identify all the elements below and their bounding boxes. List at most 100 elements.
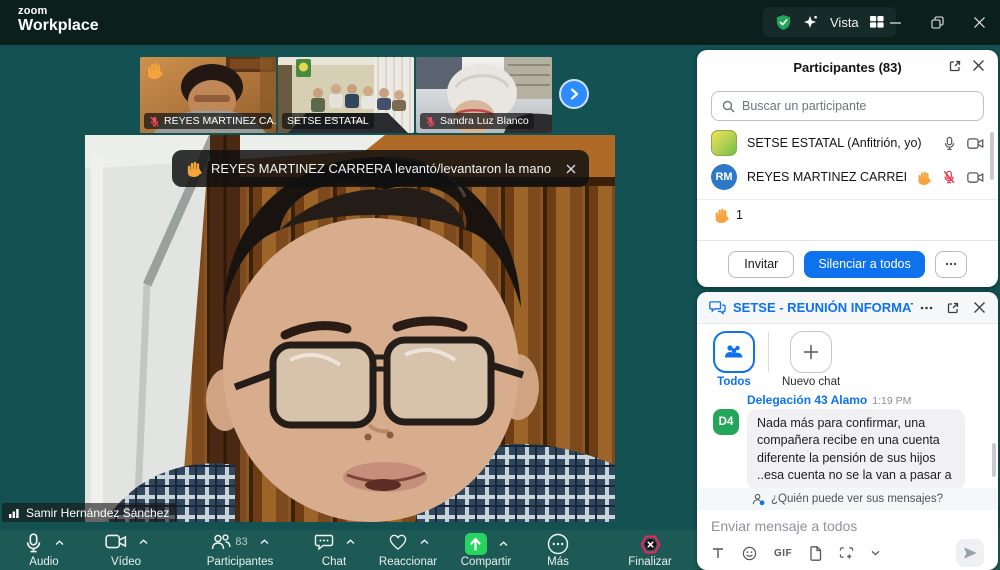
- privacy-person-icon: [752, 493, 765, 506]
- video-tile-reyes[interactable]: REYES MARTINEZ CA...: [140, 57, 276, 133]
- react-options-chevron-icon[interactable]: [420, 539, 429, 545]
- participant-row-setse[interactable]: SETSE ESTATAL (Anfitrión, yo): [697, 126, 998, 160]
- zoom-meeting-window: zoom Workplace Vista: [0, 0, 1000, 570]
- notification-close-icon[interactable]: [566, 164, 576, 174]
- chat-messages[interactable]: Delegación 43 Alamo1:19 PM D4 Nada más p…: [697, 391, 998, 488]
- new-chat-button[interactable]: [790, 331, 832, 373]
- reyes-avatar: RM: [711, 164, 737, 190]
- message-time: 1:19 PM: [872, 395, 911, 407]
- privacy-note-bar[interactable]: ¿Quién puede ver sus mensajes?: [697, 488, 998, 510]
- chat-scrollbar[interactable]: [992, 443, 996, 477]
- close-chat-icon[interactable]: [973, 301, 986, 314]
- filmstrip-next-button[interactable]: [559, 79, 589, 109]
- tab-separator: [768, 332, 769, 372]
- raised-hand-icon: [713, 207, 729, 223]
- mute-all-button[interactable]: Silenciar a todos: [804, 251, 924, 278]
- audio-level-icon: [9, 507, 21, 518]
- window-controls: [874, 0, 1000, 45]
- video-tile-setse[interactable]: SETSE ESTATAL: [278, 57, 414, 133]
- minimize-button[interactable]: [874, 0, 916, 45]
- participants-more-button[interactable]: [935, 251, 967, 278]
- chat-bubble-icon: [314, 533, 334, 551]
- message-header: Delegación 43 Alamo1:19 PM: [747, 393, 984, 407]
- chat-control[interactable]: Chat: [306, 531, 362, 569]
- audio-options-chevron-icon[interactable]: [55, 540, 64, 546]
- participant-row-reyes[interactable]: RM REYES MARTINEZ CARRERA: [697, 160, 998, 194]
- end-meeting-icon: [639, 533, 662, 556]
- video-options-chevron-icon[interactable]: [139, 539, 148, 545]
- speaker-name-tag: Samir Hernández Sánchez: [2, 503, 176, 522]
- zoom-workplace-logo: zoom Workplace: [18, 5, 99, 35]
- speaker-name-text: Samir Hernández Sánchez: [26, 506, 169, 520]
- participant-name: SETSE ESTATAL (Anfitrión, yo): [747, 136, 933, 150]
- camera-on-icon: [967, 137, 984, 150]
- chat-format-row: GIF: [697, 536, 998, 570]
- react-control[interactable]: Reaccionar: [366, 531, 450, 569]
- search-input[interactable]: [742, 99, 973, 113]
- popout-icon[interactable]: [948, 59, 962, 73]
- search-icon: [722, 100, 735, 113]
- tile-name-text: REYES MARTINEZ CA...: [164, 115, 276, 127]
- chat-tabs: Todos Nuevo chat: [697, 324, 998, 391]
- emoji-icon[interactable]: [742, 546, 757, 561]
- share-options-chevron-icon[interactable]: [499, 541, 508, 547]
- restore-button[interactable]: [916, 0, 958, 45]
- participants-options-chevron-icon[interactable]: [260, 539, 269, 545]
- gif-icon[interactable]: GIF: [774, 548, 792, 559]
- participants-icon: [211, 533, 231, 551]
- format-options-chevron-icon[interactable]: [871, 550, 880, 556]
- more-control[interactable]: Más: [528, 531, 588, 569]
- chevron-right-icon: [568, 88, 580, 100]
- tile-name-label: REYES MARTINEZ CA...: [144, 113, 272, 129]
- mic-on-icon: [943, 136, 956, 151]
- view-button[interactable]: Vista: [830, 15, 859, 30]
- chat-panel-header: SETSE - REUNIÓN INFORMATI...: [697, 292, 998, 324]
- chat-options-chevron-icon[interactable]: [346, 539, 355, 545]
- hands-raised-count: 1: [736, 208, 743, 222]
- attach-file-icon[interactable]: [809, 546, 822, 561]
- participants-panel-title: Participantes (83): [793, 60, 901, 75]
- chat-input[interactable]: [711, 518, 984, 534]
- everyone-icon: [723, 343, 745, 361]
- muted-mic-icon: [942, 170, 956, 184]
- more-label: Más: [547, 556, 569, 568]
- chat-more-icon[interactable]: [920, 306, 933, 310]
- raised-hand-icon: [145, 61, 163, 84]
- main-speaker-video[interactable]: [85, 135, 615, 522]
- ai-companion-icon[interactable]: [803, 14, 819, 30]
- audio-control[interactable]: Audio: [8, 531, 80, 569]
- end-meeting-control[interactable]: Finalizar: [612, 531, 688, 569]
- setse-avatar: [711, 130, 737, 156]
- video-tile-sandra[interactable]: Sandra Luz Blanco: [416, 57, 552, 133]
- camera-on-icon: [967, 171, 984, 184]
- participants-control[interactable]: 83 Participantes: [180, 531, 300, 569]
- participants-scrollbar[interactable]: [990, 132, 994, 180]
- audio-label: Audio: [29, 556, 58, 568]
- send-message-button[interactable]: [956, 539, 984, 567]
- video-control[interactable]: Vídeo: [88, 531, 164, 569]
- participants-footer: Invitar Silenciar a todos: [697, 240, 998, 287]
- popout-icon[interactable]: [946, 301, 960, 315]
- security-shield-icon[interactable]: [775, 14, 792, 31]
- notification-text: REYES MARTINEZ CARRERA levantó/levantaro…: [211, 161, 551, 176]
- invite-button[interactable]: Invitar: [728, 251, 794, 278]
- participants-label: Participantes: [207, 556, 273, 568]
- hand-raised-notification: REYES MARTINEZ CARRERA levantó/levantaro…: [172, 150, 589, 187]
- privacy-note-text: ¿Quién puede ver sus mensajes?: [771, 493, 943, 505]
- text-format-icon[interactable]: [711, 546, 725, 560]
- sender-avatar: D4: [713, 409, 739, 435]
- muted-mic-icon: [425, 116, 436, 127]
- end-meeting-label: Finalizar: [628, 556, 671, 568]
- share-control[interactable]: Compartir: [452, 531, 520, 569]
- chat-input-area: [697, 510, 998, 536]
- video-label: Vídeo: [111, 556, 141, 568]
- tab-todos[interactable]: [713, 331, 755, 373]
- share-label: Compartir: [461, 556, 511, 568]
- message-row: D4 Nada más para confirmar, una compañer…: [713, 409, 984, 488]
- screenshot-icon[interactable]: [839, 546, 854, 560]
- more-ellipsis-icon: [547, 533, 569, 555]
- close-window-button[interactable]: [958, 0, 1000, 45]
- close-participants-icon[interactable]: [972, 59, 985, 72]
- participant-search-box: [711, 91, 984, 121]
- plus-icon: [803, 344, 819, 360]
